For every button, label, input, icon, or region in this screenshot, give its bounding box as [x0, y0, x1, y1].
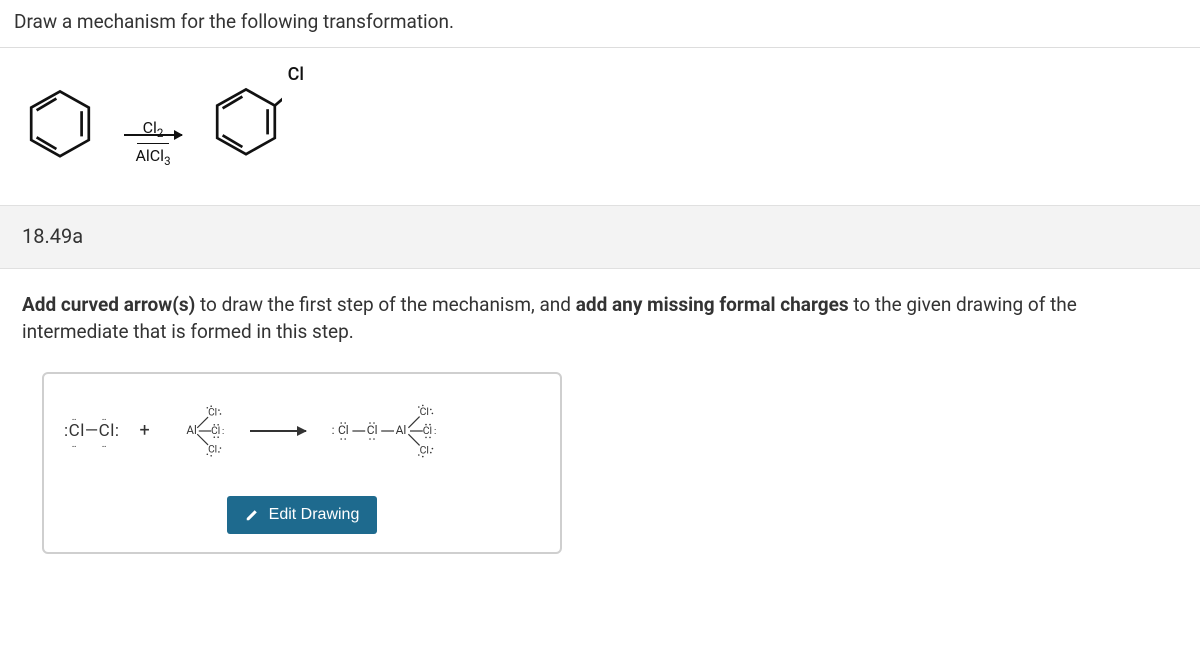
- step-instruction: Add curved arrow(s) to draw the first st…: [0, 269, 1200, 372]
- svg-text:Cl: Cl: [419, 443, 428, 456]
- instruction-bold-2: add any missing formal charges: [576, 293, 849, 316]
- svg-text:Cl: Cl: [419, 405, 428, 418]
- edit-drawing-label: Edit Drawing: [269, 506, 360, 524]
- product-substituent-label: Cl: [288, 64, 304, 85]
- benzene-reactant: [24, 86, 96, 169]
- product-complex: : Cl Cl Al Cl Cl : Cl: [330, 398, 490, 464]
- reagent-top: Cl2: [137, 118, 170, 144]
- section-number: 18.49a: [22, 224, 83, 248]
- svg-text:Al: Al: [186, 423, 196, 437]
- reactant-alcl3: Al Cl Cl : Cl: [170, 400, 226, 462]
- svg-text:Cl: Cl: [422, 424, 431, 437]
- svg-text::: :: [222, 426, 224, 437]
- reaction-scheme: Cl2 AlCl3 Cl: [0, 48, 1200, 205]
- svg-text:Cl: Cl: [211, 426, 220, 437]
- pencil-icon: [245, 508, 259, 522]
- reagent-bottom: AlCl3: [135, 144, 170, 169]
- svg-text:Cl: Cl: [366, 423, 377, 437]
- svg-text::: :: [434, 426, 436, 437]
- svg-text:Cl: Cl: [338, 423, 349, 437]
- drawing-canvas[interactable]: :C‥‥l—C‥‥l: + Al Cl Cl : Cl : Cl Cl: [42, 372, 562, 554]
- svg-text:Cl: Cl: [208, 407, 217, 418]
- question-text: Draw a mechanism for the following trans…: [14, 10, 454, 33]
- reaction-arrow: Cl2 AlCl3: [124, 118, 182, 136]
- reactant-cl2: :C‥‥l—C‥‥l:: [64, 421, 119, 441]
- svg-text::: :: [331, 423, 334, 437]
- mechanism-equation: :C‥‥l—C‥‥l: + Al Cl Cl : Cl : Cl Cl: [64, 398, 540, 464]
- question-prompt: Draw a mechanism for the following trans…: [0, 0, 1200, 48]
- instruction-text-1: to draw the first step of the mechanism,…: [195, 293, 575, 316]
- plus-sign: +: [139, 420, 149, 441]
- instruction-bold-1: Add curved arrow(s): [22, 293, 195, 316]
- reaction-arrow-icon: [250, 430, 306, 432]
- svg-text:Cl: Cl: [208, 445, 217, 456]
- chlorobenzene-product: Cl: [210, 84, 282, 171]
- svg-text:Al: Al: [395, 423, 406, 437]
- edit-drawing-button[interactable]: Edit Drawing: [227, 496, 378, 534]
- section-number-band: 18.49a: [0, 205, 1200, 269]
